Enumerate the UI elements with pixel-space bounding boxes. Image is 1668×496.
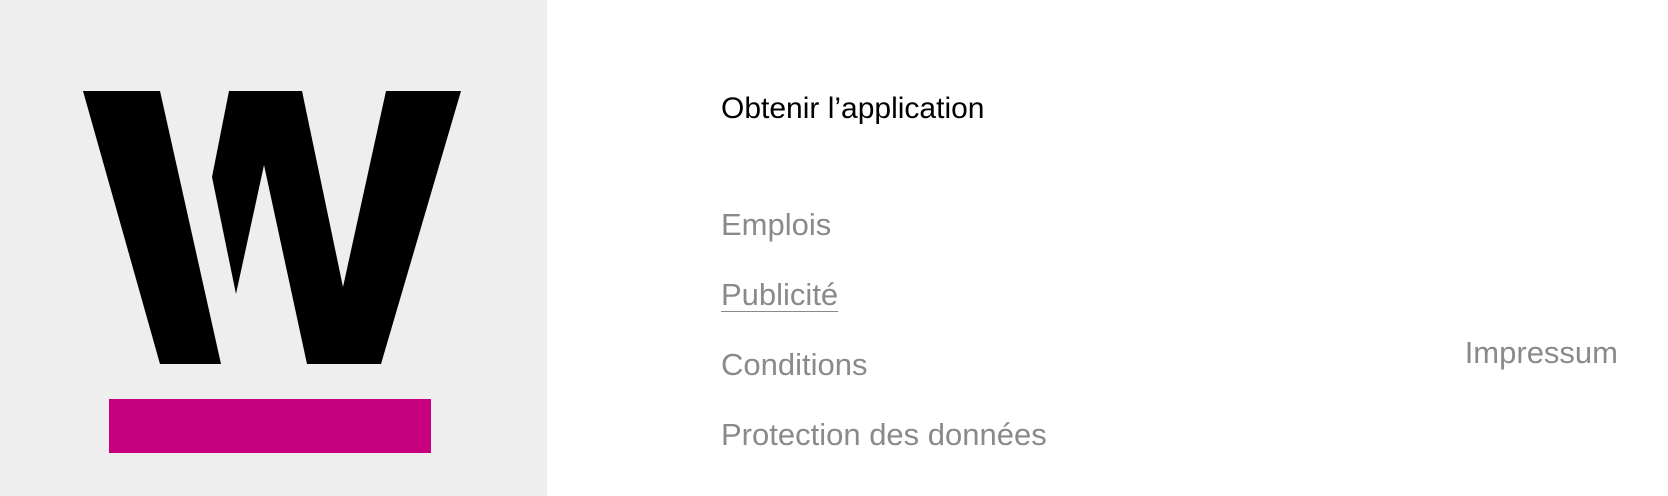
logo-panel xyxy=(0,0,547,496)
terms-link[interactable]: Conditions xyxy=(721,345,867,385)
get-app-link[interactable]: Obtenir l’application xyxy=(721,90,984,128)
w-logo-accent-bar xyxy=(109,399,431,453)
footer-page: Obtenir l’application Emplois Publicité … xyxy=(0,0,1668,496)
impressum-link[interactable]: Impressum xyxy=(1465,333,1618,373)
privacy-link[interactable]: Protection des données xyxy=(721,415,1047,455)
w-logo-center-stroke xyxy=(264,91,461,364)
w-logo-icon[interactable] xyxy=(0,0,547,496)
w-logo-left-stroke xyxy=(83,91,221,364)
footer-links: Obtenir l’application Emplois Publicité … xyxy=(721,0,1421,496)
jobs-link[interactable]: Emplois xyxy=(721,205,831,245)
advertising-link[interactable]: Publicité xyxy=(721,275,838,315)
